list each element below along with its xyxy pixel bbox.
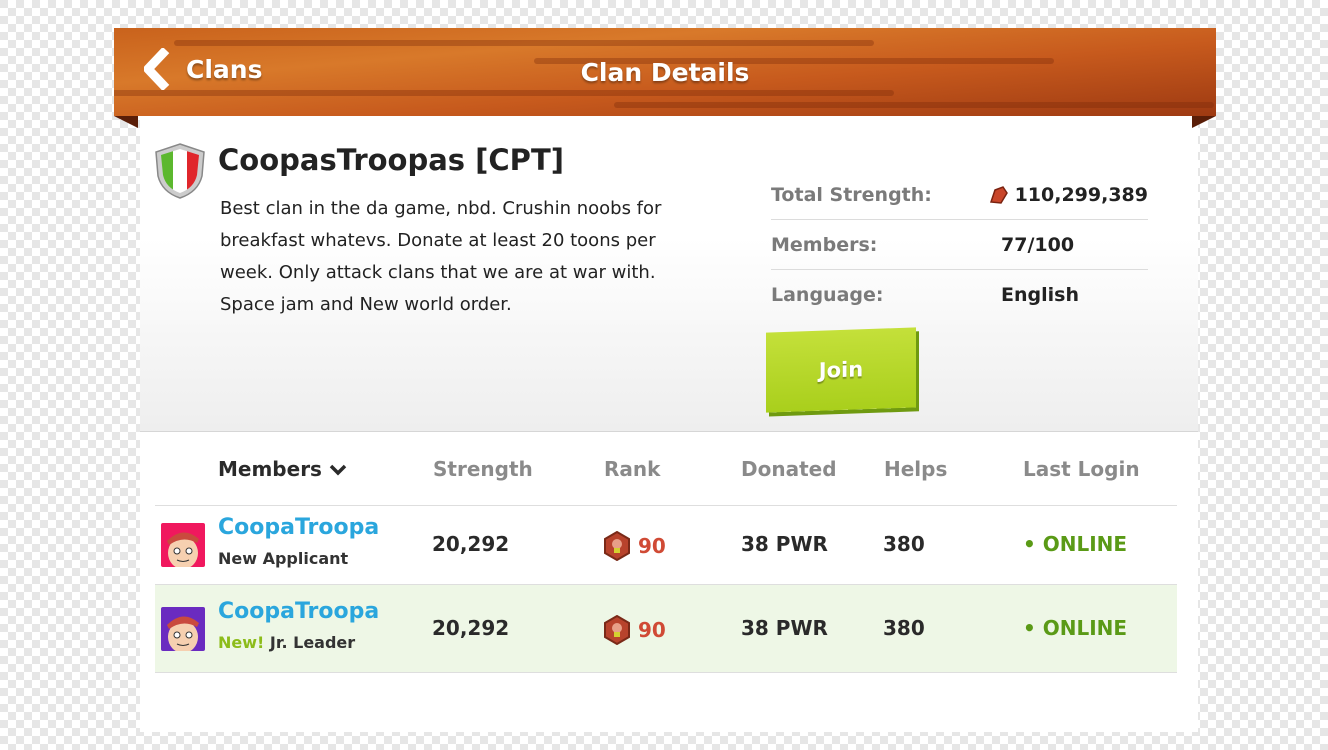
chevron-down-icon xyxy=(329,464,347,476)
role-label: Jr. Leader xyxy=(269,632,356,652)
column-header-strength[interactable]: Strength xyxy=(433,457,533,481)
rank-value: 90 xyxy=(638,617,666,642)
back-button[interactable]: Clans xyxy=(144,48,262,90)
strength-fist-icon xyxy=(989,185,1008,204)
member-row[interactable]: CoopaTroopa New Applicant 20,292 90 38 P… xyxy=(155,506,1177,584)
status-label: ONLINE xyxy=(1042,615,1128,640)
member-rank: 90 xyxy=(602,614,666,645)
divider xyxy=(155,672,1177,673)
stat-value: 110,299,389 xyxy=(1014,183,1148,206)
italy-shield-icon xyxy=(155,143,205,199)
online-dot-icon: • xyxy=(1023,615,1043,640)
stat-label: Members: xyxy=(771,233,878,256)
avatar-face-icon xyxy=(167,532,199,567)
back-label: Clans xyxy=(186,54,263,84)
ribbon-fold xyxy=(114,116,138,128)
header-bar: Clan Details xyxy=(114,28,1216,116)
rank-skull-badge-icon xyxy=(604,614,630,645)
member-role: New Applicant xyxy=(218,549,348,568)
stat-value: English xyxy=(1001,284,1079,306)
stat-total-strength: Total Strength: 110,299,389 xyxy=(771,170,1148,220)
role-label: New Applicant xyxy=(218,549,349,568)
member-role: New! Jr. Leader xyxy=(218,633,355,652)
member-helps: 380 xyxy=(883,532,925,556)
chevron-left-icon xyxy=(144,48,170,90)
stat-language: Language: English xyxy=(771,270,1148,320)
column-header-helps[interactable]: Helps xyxy=(884,457,947,481)
column-header-members[interactable]: Members xyxy=(218,457,347,481)
rank-skull-badge-icon xyxy=(604,531,630,561)
member-row[interactable]: CoopaTroopa New! Jr. Leader 20,292 90 38… xyxy=(155,585,1177,672)
clan-stats: Total Strength: 110,299,389 Members: 77/10… xyxy=(771,170,1148,320)
clan-description: Best clan in the da game, nbd. Crushin n… xyxy=(220,198,662,315)
stat-members: Members: 77/100 xyxy=(771,220,1148,270)
member-helps: 380 xyxy=(883,615,925,640)
member-name[interactable]: CoopaTroopa xyxy=(218,515,379,540)
member-rank: 90 xyxy=(602,531,666,561)
avatar-face-icon xyxy=(167,615,199,651)
member-name[interactable]: CoopaTroopa xyxy=(218,599,379,624)
member-strength: 20,292 xyxy=(432,532,510,556)
rank-value: 90 xyxy=(638,534,666,558)
avatar[interactable] xyxy=(161,606,205,651)
member-last-login: • ONLINE xyxy=(1023,532,1127,556)
join-button[interactable]: Join xyxy=(766,327,916,413)
column-header-rank[interactable]: Rank xyxy=(604,457,660,481)
page-title: Clan Details xyxy=(580,58,750,87)
clan-name: CoopasTroopas [CPT] xyxy=(218,143,564,177)
member-last-login: • ONLINE xyxy=(1023,616,1127,640)
column-header-donated[interactable]: Donated xyxy=(741,457,837,481)
column-header-last-login[interactable]: Last Login xyxy=(1023,457,1140,481)
member-strength: 20,292 xyxy=(432,615,510,640)
ribbon-fold xyxy=(1192,116,1216,128)
online-dot-icon: • xyxy=(1023,532,1043,556)
stat-label: Total Strength: xyxy=(771,183,932,206)
new-tag: New! xyxy=(218,632,265,652)
status-label: ONLINE xyxy=(1042,532,1128,556)
divider xyxy=(155,584,1177,585)
member-donated: 38 PWR xyxy=(741,615,828,640)
stat-value: 77/100 xyxy=(1001,233,1075,256)
avatar[interactable] xyxy=(161,523,205,567)
stat-label: Language: xyxy=(771,284,884,306)
column-label: Members xyxy=(218,457,322,481)
member-donated: 38 PWR xyxy=(741,532,828,556)
